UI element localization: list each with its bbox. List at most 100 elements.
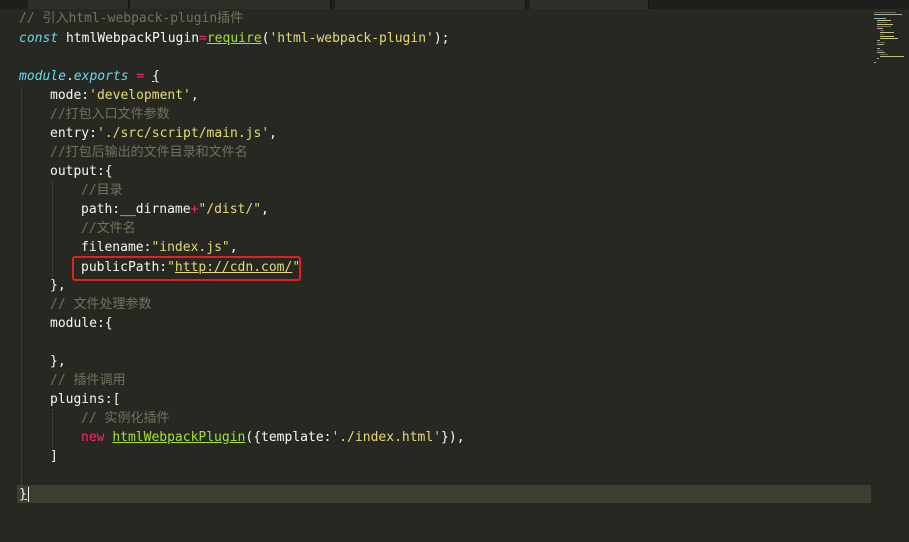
code-line-7[interactable]: entry:'./src/script/main.js',	[50, 124, 277, 143]
code-line-12[interactable]: //文件名	[81, 219, 136, 238]
string: './index.html'	[331, 430, 442, 445]
dirname-variable: __dirname	[120, 202, 191, 217]
minimap-line	[877, 50, 883, 51]
text-cursor	[28, 487, 29, 502]
code-line-8[interactable]: //打包后输出的文件目录和文件名	[50, 143, 248, 162]
minimap-line	[877, 42, 885, 43]
function-call: htmlWebpackPlugin	[112, 430, 246, 445]
minimap-line	[874, 14, 902, 15]
code-line-26[interactable]: }	[19, 485, 27, 504]
code-line-19[interactable]: },	[50, 352, 66, 371]
code-line-23[interactable]: new htmlWebpackPlugin({template:'./index…	[81, 428, 465, 447]
string: "index.js"	[151, 240, 230, 255]
minimap-line	[880, 30, 884, 31]
brace: {	[152, 69, 160, 84]
code-line-15[interactable]: },	[50, 276, 66, 295]
minimap-line	[877, 20, 891, 21]
string: 'html-webpack-plugin'	[269, 31, 434, 46]
property-key: output:{	[50, 164, 113, 179]
object-close: }),	[441, 430, 465, 445]
comment: // 插件调用	[50, 373, 126, 388]
editor-tab[interactable]	[28, 0, 129, 9]
editor-tab[interactable]	[530, 0, 649, 9]
string: './src/script/main.js'	[96, 126, 270, 141]
property-key: module:{	[50, 316, 113, 331]
comment: // 文件处理参数	[50, 297, 152, 312]
code-line-11[interactable]: path:__dirname+"/dist/",	[81, 200, 269, 219]
comment: // 引入html-webpack-plugin插件	[19, 11, 244, 26]
code-line-2[interactable]: const htmlWebpackPlugin=require('html-we…	[19, 29, 450, 48]
indent-guide	[21, 87, 22, 485]
comment: //文件名	[81, 221, 136, 236]
minimap-line	[880, 38, 898, 39]
minimap-line	[877, 22, 887, 23]
code-line-4[interactable]: module.exports = {	[19, 67, 160, 86]
property-key: mode:	[50, 88, 90, 103]
require-function: require	[206, 31, 262, 46]
comment: // 实例化插件	[81, 411, 170, 426]
brace: }	[19, 487, 27, 502]
minimap-line	[877, 44, 884, 45]
annotation-highlight-box	[72, 256, 301, 281]
code-line-17[interactable]: module:{	[50, 314, 113, 333]
minimap[interactable]	[871, 9, 909, 542]
const-keyword: const	[19, 31, 59, 46]
operator: =	[128, 69, 153, 84]
new-keyword: new	[81, 430, 105, 445]
exports-keyword: exports	[73, 69, 129, 84]
minimap-line	[874, 18, 886, 19]
code-line-24[interactable]: ]	[50, 447, 58, 466]
indent-guide	[52, 409, 53, 447]
minimap-line	[877, 26, 891, 27]
code-line-21[interactable]: plugins:[	[50, 390, 120, 409]
object-open: ({template:	[245, 430, 332, 445]
comment: //打包后输出的文件目录和文件名	[50, 145, 248, 160]
code-line-9[interactable]: output:{	[50, 162, 113, 181]
minimap-line	[880, 36, 894, 37]
code-line-5[interactable]: mode:'development',	[50, 86, 199, 105]
minimap-line	[877, 28, 883, 29]
property-key: filename:	[81, 240, 152, 255]
minimap-line	[880, 34, 884, 35]
comment: //目录	[81, 183, 123, 198]
indent-guide	[52, 181, 53, 276]
operator: =	[199, 31, 207, 46]
minimap-line	[877, 24, 893, 25]
code-line-16[interactable]: // 文件处理参数	[50, 295, 151, 314]
tab-bar	[0, 0, 909, 9]
minimap-line	[880, 32, 894, 33]
dot: .	[65, 69, 74, 84]
comment: //打包入口文件参数	[50, 107, 170, 122]
minimap-line	[877, 40, 880, 41]
minimap-line	[877, 52, 885, 53]
property-key: plugins:[	[50, 392, 121, 407]
bracket: ]	[50, 449, 58, 464]
comma: ,	[261, 202, 269, 217]
minimap-line	[880, 56, 904, 57]
minimap-line	[877, 58, 879, 59]
property-key: entry:	[50, 126, 97, 141]
code-line-6[interactable]: //打包入口文件参数	[50, 105, 170, 124]
minimap-line	[880, 54, 888, 55]
variable-name: htmlWebpackPlugin	[58, 31, 200, 46]
minimap-line	[874, 12, 896, 13]
code-line-13[interactable]: filename:"index.js",	[81, 238, 238, 257]
editor-tab[interactable]	[130, 0, 331, 9]
brace: },	[50, 278, 66, 293]
string: 'development'	[89, 88, 191, 103]
current-line-highlight	[17, 485, 875, 503]
module-keyword: module	[19, 69, 66, 84]
comma: ,	[269, 126, 277, 141]
property-key: path:	[81, 202, 121, 217]
code-line-22[interactable]: // 实例化插件	[81, 409, 169, 428]
paren: );	[433, 31, 450, 46]
brace: },	[50, 354, 66, 369]
code-line-10[interactable]: //目录	[81, 181, 123, 200]
editor-tab[interactable]	[335, 0, 526, 9]
code-line-1[interactable]: // 引入html-webpack-plugin插件	[19, 9, 243, 28]
minimap-line	[877, 48, 880, 49]
comma: ,	[190, 88, 199, 103]
comma: ,	[229, 240, 238, 255]
string: "/dist/"	[198, 202, 262, 217]
code-line-20[interactable]: // 插件调用	[50, 371, 125, 390]
